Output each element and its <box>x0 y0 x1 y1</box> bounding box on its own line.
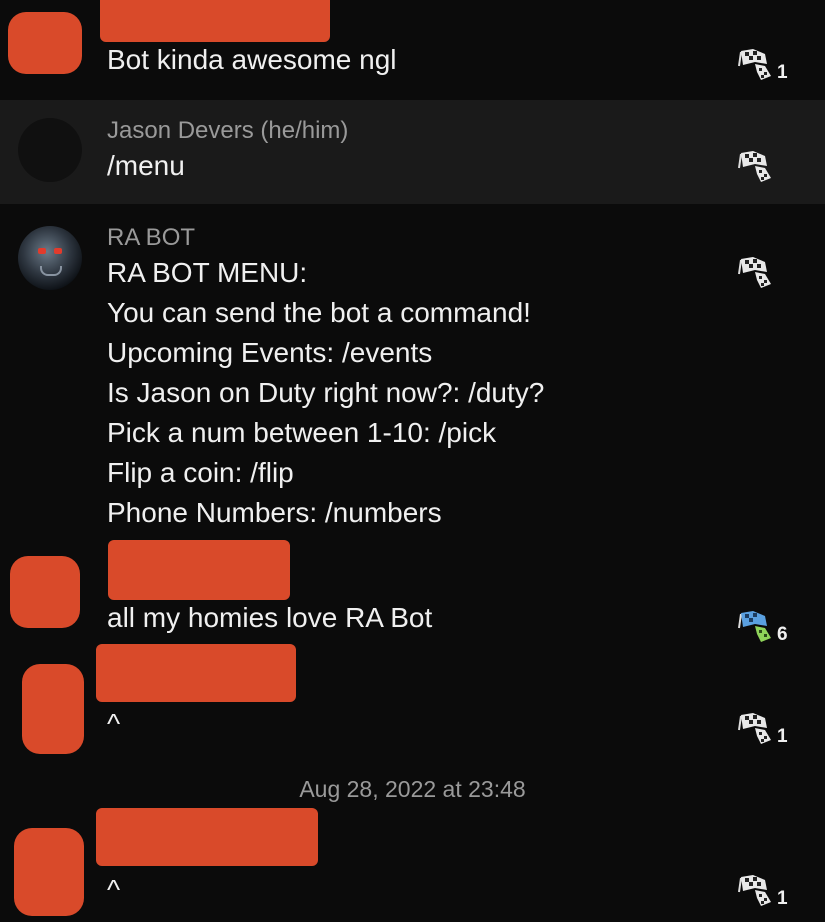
menu-line: Flip a coin: /flip <box>107 457 294 488</box>
message-text: ^ <box>107 874 121 905</box>
author-name[interactable]: Jason Devers (he/him) <box>107 117 348 145</box>
message-text: all my homies love RA Bot <box>107 602 433 633</box>
menu-line: Pick a num between 1-10: /pick <box>107 417 497 448</box>
reaction-button[interactable]: 6 <box>735 606 788 646</box>
eye-shape <box>54 248 62 254</box>
date-divider: Aug 28, 2022 at 23:48 <box>299 776 526 802</box>
checkered-flag-icon <box>735 46 775 84</box>
message-row[interactable]: all my homies love RA Bot 6 <box>0 534 825 646</box>
author-name-redacted <box>96 644 296 702</box>
jaw-shape <box>40 266 62 276</box>
author-name-redacted <box>96 808 318 866</box>
avatar-redacted[interactable] <box>14 828 84 916</box>
checkered-flag-icon <box>735 608 775 646</box>
menu-title: RA BOT MENU: <box>107 257 308 288</box>
message-row[interactable]: ^ 1 <box>0 644 825 764</box>
checkered-flag-icon <box>735 148 775 186</box>
menu-line: Is Jason on Duty right now?: /duty? <box>107 377 545 408</box>
reaction-button[interactable]: 1 <box>735 870 788 910</box>
bot-avatar[interactable] <box>18 226 82 290</box>
reaction-count: 6 <box>777 624 788 645</box>
menu-line: You can send the bot a command! <box>107 297 531 328</box>
message-row[interactable]: RA BOT RA BOT MENU: You can send the bot… <box>0 204 825 534</box>
avatar-redacted[interactable] <box>10 556 80 628</box>
message-text: /menu <box>107 150 185 181</box>
author-name-redacted <box>100 0 330 42</box>
message-feed: Bot kinda awesome ngl 1 Jason Devers (he… <box>0 0 825 922</box>
menu-line: Phone Numbers: /numbers <box>107 497 442 528</box>
message-row[interactable]: ^ 1 <box>0 806 825 922</box>
reaction-button[interactable] <box>735 252 777 292</box>
checkered-flag-icon <box>735 710 775 748</box>
checkered-flag-icon <box>735 254 775 292</box>
message-text: ^ <box>107 708 121 739</box>
message-row[interactable]: Bot kinda awesome ngl 1 <box>0 0 825 100</box>
author-name[interactable]: RA BOT <box>107 224 195 252</box>
reaction-count: 1 <box>777 62 788 83</box>
reaction-count: 1 <box>777 726 788 747</box>
message-text: Bot kinda awesome ngl <box>107 44 397 75</box>
checkered-flag-icon <box>735 872 775 910</box>
menu-line: Upcoming Events: /events <box>107 337 433 368</box>
reaction-count: 1 <box>777 888 788 909</box>
eye-shape <box>38 248 46 254</box>
reaction-button[interactable] <box>735 146 777 186</box>
avatar-redacted[interactable] <box>22 664 84 754</box>
author-name-redacted <box>108 540 290 600</box>
avatar[interactable] <box>18 118 82 182</box>
reaction-button[interactable]: 1 <box>735 708 788 748</box>
avatar-redacted[interactable] <box>8 12 82 74</box>
message-row[interactable]: Jason Devers (he/him) /menu <box>0 100 825 204</box>
reaction-button[interactable]: 1 <box>735 44 788 84</box>
